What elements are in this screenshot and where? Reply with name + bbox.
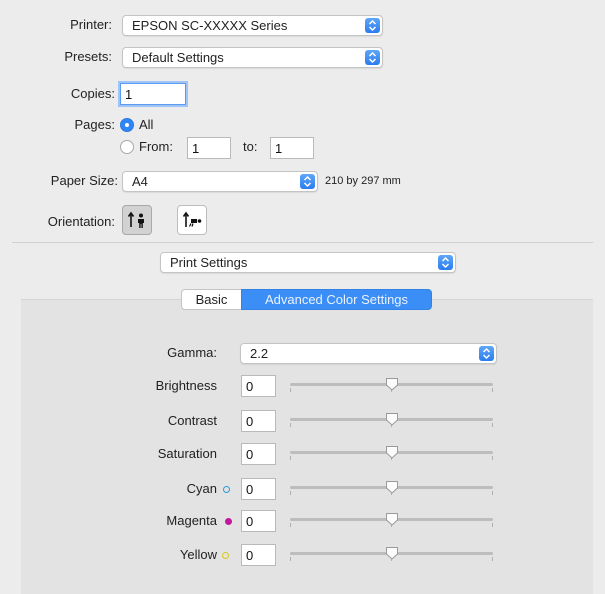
tab-advanced-color-settings[interactable]: Advanced Color Settings [241, 289, 432, 310]
copies-label: Copies: [70, 86, 115, 101]
yellow-label: Yellow [179, 547, 217, 562]
slider-knob[interactable] [385, 412, 399, 426]
printer-value: EPSON SC-XXXXX Series [132, 18, 288, 33]
magenta-label: Magenta [166, 513, 217, 528]
slider-tick [492, 491, 493, 495]
pages-to-field[interactable] [270, 137, 314, 159]
slider-tick [492, 388, 493, 392]
slider-knob[interactable] [385, 480, 399, 494]
orientation-portrait-button[interactable] [122, 205, 152, 235]
presets-value: Default Settings [132, 50, 224, 65]
slider-tick [492, 557, 493, 561]
paper-size-dimensions: 210 by 297 mm [325, 175, 401, 187]
magenta-slider[interactable] [290, 513, 493, 529]
saturation-label: Saturation [157, 446, 217, 461]
pages-from-field[interactable] [187, 137, 231, 159]
cyan-dot-icon [223, 486, 230, 493]
chevron-updown-icon [300, 174, 315, 189]
presets-popup[interactable]: Default Settings [122, 47, 383, 68]
pages-all-label: All [139, 117, 154, 132]
brightness-label: Brightness [155, 378, 217, 393]
separator [12, 242, 593, 243]
landscape-icon [182, 211, 202, 227]
paper-size-label: Paper Size: [50, 173, 118, 188]
pages-to-label: to: [243, 139, 258, 154]
copies-field[interactable] [120, 83, 186, 105]
chevron-updown-icon [365, 18, 380, 33]
brightness-slider[interactable] [290, 378, 493, 394]
contrast-field[interactable] [241, 410, 276, 432]
slider-knob[interactable] [385, 546, 399, 560]
presets-label: Presets: [64, 49, 112, 64]
tab-basic[interactable]: Basic [181, 289, 241, 310]
printer-popup[interactable]: EPSON SC-XXXXX Series [122, 15, 383, 36]
saturation-field[interactable] [241, 443, 276, 465]
slider-tick [290, 523, 291, 527]
section-popup[interactable]: Print Settings [160, 252, 456, 273]
orientation-label: Orientation: [47, 214, 115, 229]
cyan-label: Cyan [186, 481, 217, 496]
saturation-slider[interactable] [290, 446, 493, 462]
pages-from-label: From: [139, 139, 173, 154]
magenta-dot-icon [225, 518, 232, 525]
slider-tick [492, 456, 493, 460]
magenta-field[interactable] [241, 510, 276, 532]
contrast-slider[interactable] [290, 413, 493, 429]
slider-knob[interactable] [385, 377, 399, 391]
slider-tick [290, 456, 291, 460]
contrast-label: Contrast [167, 413, 217, 428]
chevron-updown-icon [365, 50, 380, 65]
cyan-slider[interactable] [290, 481, 493, 497]
slider-knob[interactable] [385, 512, 399, 526]
pages-from-radio[interactable] [120, 140, 134, 154]
chevron-updown-icon [479, 346, 494, 361]
section-popup-value: Print Settings [170, 255, 248, 270]
slider-knob[interactable] [385, 445, 399, 459]
gamma-popup[interactable]: 2.2 [240, 343, 497, 364]
gamma-label: Gamma: [167, 345, 217, 360]
slider-tick [492, 423, 493, 427]
printer-label: Printer: [70, 17, 112, 32]
chevron-updown-icon [438, 255, 453, 270]
yellow-dot-icon [222, 552, 229, 559]
portrait-icon [127, 211, 144, 228]
yellow-slider[interactable] [290, 547, 493, 563]
yellow-field[interactable] [241, 544, 276, 566]
slider-tick [290, 491, 291, 495]
orientation-landscape-button[interactable] [177, 205, 207, 235]
cyan-field[interactable] [241, 478, 276, 500]
slider-tick [492, 523, 493, 527]
slider-tick [290, 388, 291, 392]
gamma-value: 2.2 [250, 346, 269, 361]
brightness-field[interactable] [241, 375, 276, 397]
pages-label: Pages: [74, 117, 115, 132]
paper-size-value: A4 [132, 174, 148, 189]
slider-tick [290, 423, 291, 427]
pages-all-radio[interactable] [120, 118, 134, 132]
slider-tick [290, 557, 291, 561]
paper-size-popup[interactable]: A4 [122, 171, 318, 192]
